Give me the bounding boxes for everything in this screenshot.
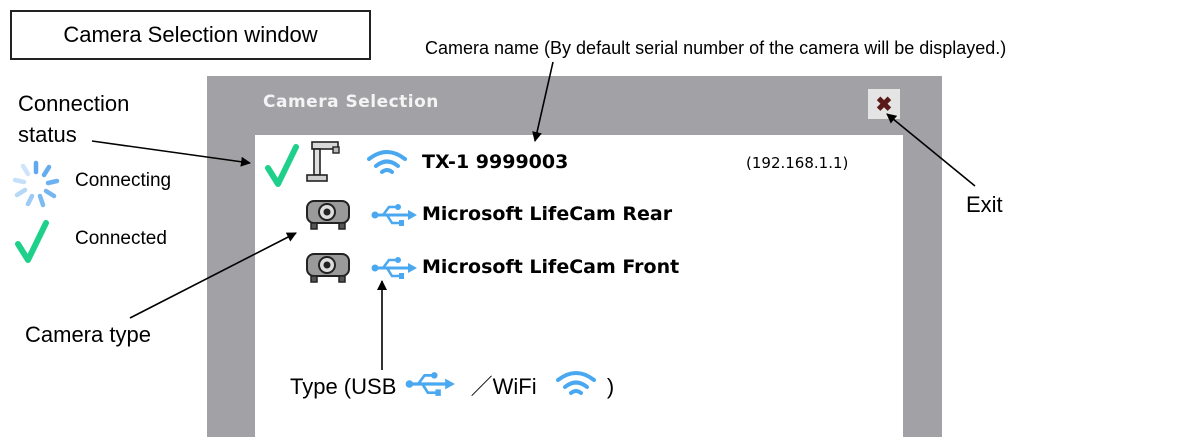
- camera-name: TX-1 9999003: [422, 151, 569, 173]
- usb-icon: [371, 204, 417, 226]
- camera-name-label: Camera name (By default serial number of…: [425, 38, 1007, 58]
- type-legend-suffix: ): [606, 374, 615, 399]
- document-camera-icon: [306, 141, 340, 182]
- diagram-title: Camera Selection window: [10, 10, 371, 60]
- wifi-icon: [367, 150, 407, 174]
- camera-list: TX-1 9999003 (192.168.1.1) Microsoft Lif…: [255, 135, 903, 437]
- close-button[interactable]: ✖: [868, 89, 900, 119]
- connected-checkmark-icon: [15, 220, 49, 263]
- type-legend-separator: ／WiFi: [470, 374, 537, 399]
- camera-row[interactable]: Microsoft LifeCam Rear: [255, 193, 903, 243]
- connected-label: Connected: [75, 228, 167, 249]
- projector-camera-icon: [306, 200, 350, 230]
- camera-name: Microsoft LifeCam Front: [422, 256, 680, 278]
- camera-name: Microsoft LifeCam Rear: [422, 203, 673, 225]
- projector-camera-icon: [306, 253, 350, 283]
- window-title: Camera Selection: [263, 92, 439, 112]
- usb-icon: [371, 257, 417, 279]
- camera-row[interactable]: TX-1 9999003 (192.168.1.1): [255, 135, 903, 190]
- camera-selection-window: Camera Selection ✖ TX-1 9999003 (192.168…: [207, 76, 942, 437]
- usb-icon: [405, 372, 455, 396]
- connected-checkmark-icon: [265, 144, 299, 187]
- connection-status-label: Connection status: [18, 91, 130, 147]
- camera-type-label: Camera type: [25, 322, 151, 347]
- camera-ip-address: (192.168.1.1): [746, 154, 849, 172]
- connecting-spinner-icon: [12, 160, 60, 208]
- connecting-label: Connecting: [75, 170, 172, 191]
- wifi-icon: [555, 371, 596, 395]
- type-legend: Type (USB ／WiFi ): [290, 369, 614, 409]
- type-legend-prefix: Type (USB: [290, 374, 397, 399]
- camera-row[interactable]: Microsoft LifeCam Front: [255, 246, 903, 296]
- exit-label: Exit: [966, 192, 1003, 217]
